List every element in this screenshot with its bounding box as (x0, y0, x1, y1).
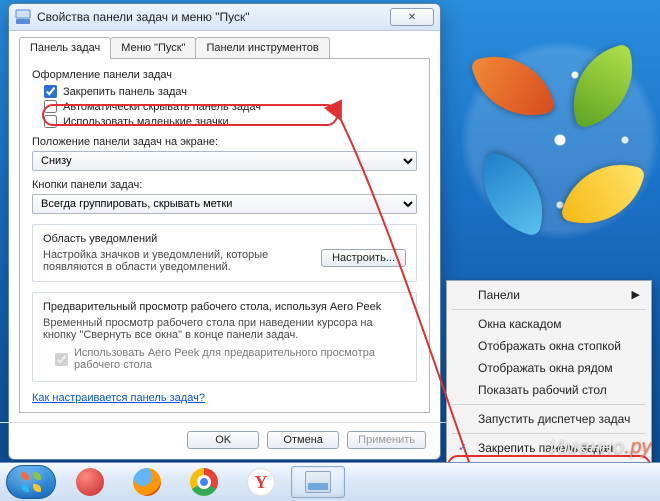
checkbox-lock-taskbar[interactable]: Закрепить панель задач (44, 85, 417, 98)
taskbar-firefox[interactable] (120, 466, 174, 498)
checkbox-small-icons[interactable]: Использовать маленькие значки (44, 115, 417, 128)
submenu-arrow-icon: ▶ (632, 288, 640, 301)
apply-button[interactable]: Применить (347, 431, 426, 449)
explorer-icon (305, 471, 331, 493)
taskbar[interactable]: Y (0, 462, 660, 501)
taskbar-yandex[interactable]: Y (234, 466, 288, 498)
tab-content: Оформление панели задач Закрепить панель… (19, 58, 430, 413)
taskbar-icon (15, 9, 31, 25)
buttons-label: Кнопки панели задач: (32, 179, 417, 191)
menu-separator (452, 309, 646, 310)
menu-show-desktop[interactable]: Показать рабочий стол (450, 379, 648, 401)
start-button[interactable] (6, 465, 56, 499)
tab-taskbar[interactable]: Панель задач (19, 37, 111, 59)
checkbox-autohide[interactable]: Автоматически скрывать панель задач (44, 100, 417, 113)
menu-cascade[interactable]: Окна каскадом (450, 313, 648, 335)
dialog-tabs: Панель задач Меню "Пуск" Панели инструме… (9, 31, 440, 59)
buttons-select[interactable]: Всегда группировать, скрывать метки (32, 194, 417, 214)
checkbox-aero-peek[interactable]: Использовать Aero Peek для предварительн… (55, 347, 406, 371)
windows-logo-graphic (478, 45, 638, 235)
menu-separator (452, 404, 646, 405)
chrome-icon (190, 468, 218, 496)
notification-title: Область уведомлений (43, 233, 406, 245)
position-label: Положение панели задач на экране: (32, 136, 417, 148)
opera-icon (76, 468, 104, 496)
tab-start-menu[interactable]: Меню "Пуск" (110, 37, 196, 59)
peek-text: Временный просмотр рабочего стола при на… (43, 317, 406, 341)
notification-area-panel: Область уведомлений Настройка значков и … (32, 224, 417, 282)
firefox-icon (133, 468, 161, 496)
checkbox-aero-peek-input (55, 353, 68, 366)
aero-peek-panel: Предварительный просмотр рабочего стола,… (32, 292, 417, 382)
dialog-button-row: OK Отмена Применить (9, 423, 440, 459)
help-link[interactable]: Как настраивается панель задач? (32, 392, 205, 404)
cancel-button[interactable]: Отмена (267, 431, 339, 449)
checkbox-autohide-label: Автоматически скрывать панель задач (63, 101, 261, 113)
group-appearance-title: Оформление панели задач (32, 69, 417, 81)
checkbox-small-icons-input[interactable] (44, 115, 57, 128)
checkbox-lock-taskbar-label: Закрепить панель задач (63, 86, 187, 98)
taskbar-context-menu: Панели ▶ Окна каскадом Отображать окна с… (446, 280, 652, 485)
menu-task-manager[interactable]: Запустить диспетчер задач (450, 408, 648, 430)
dialog-titlebar[interactable]: Свойства панели задач и меню "Пуск" ✕ (9, 4, 440, 31)
menu-stack[interactable]: Отображать окна стопкой (450, 335, 648, 357)
windows-flag-icon (21, 472, 41, 492)
check-icon: ✓ (458, 441, 467, 454)
notification-text: Настройка значков и уведомлений, которые… (43, 249, 311, 273)
checkbox-small-icons-label: Использовать маленькие значки (63, 116, 229, 128)
ok-button[interactable]: OK (187, 431, 259, 449)
checkbox-aero-peek-label: Использовать Aero Peek для предварительн… (74, 347, 406, 371)
taskbar-opera[interactable] (63, 466, 117, 498)
taskbar-chrome[interactable] (177, 466, 231, 498)
peek-title: Предварительный просмотр рабочего стола,… (43, 301, 406, 313)
menu-side-by-side[interactable]: Отображать окна рядом (450, 357, 648, 379)
configure-button[interactable]: Настроить... (321, 249, 406, 267)
position-select[interactable]: Снизу (32, 151, 417, 171)
menu-toolbars[interactable]: Панели ▶ (450, 284, 648, 306)
taskbar-properties-dialog: Свойства панели задач и меню "Пуск" ✕ Па… (8, 3, 441, 460)
taskbar-explorer[interactable] (291, 466, 345, 498)
checkbox-autohide-input[interactable] (44, 100, 57, 113)
close-button[interactable]: ✕ (390, 8, 434, 26)
menu-toolbars-label: Панели (478, 288, 520, 302)
dialog-title: Свойства панели задач и меню "Пуск" (37, 10, 390, 24)
menu-lock-taskbar[interactable]: ✓ Закрепить панель задач (450, 437, 648, 459)
checkbox-lock-taskbar-input[interactable] (44, 85, 57, 98)
yandex-icon: Y (247, 468, 275, 496)
menu-separator (452, 433, 646, 434)
menu-lock-taskbar-label: Закрепить панель задач (478, 441, 613, 455)
tab-toolbars[interactable]: Панели инструментов (195, 37, 329, 59)
